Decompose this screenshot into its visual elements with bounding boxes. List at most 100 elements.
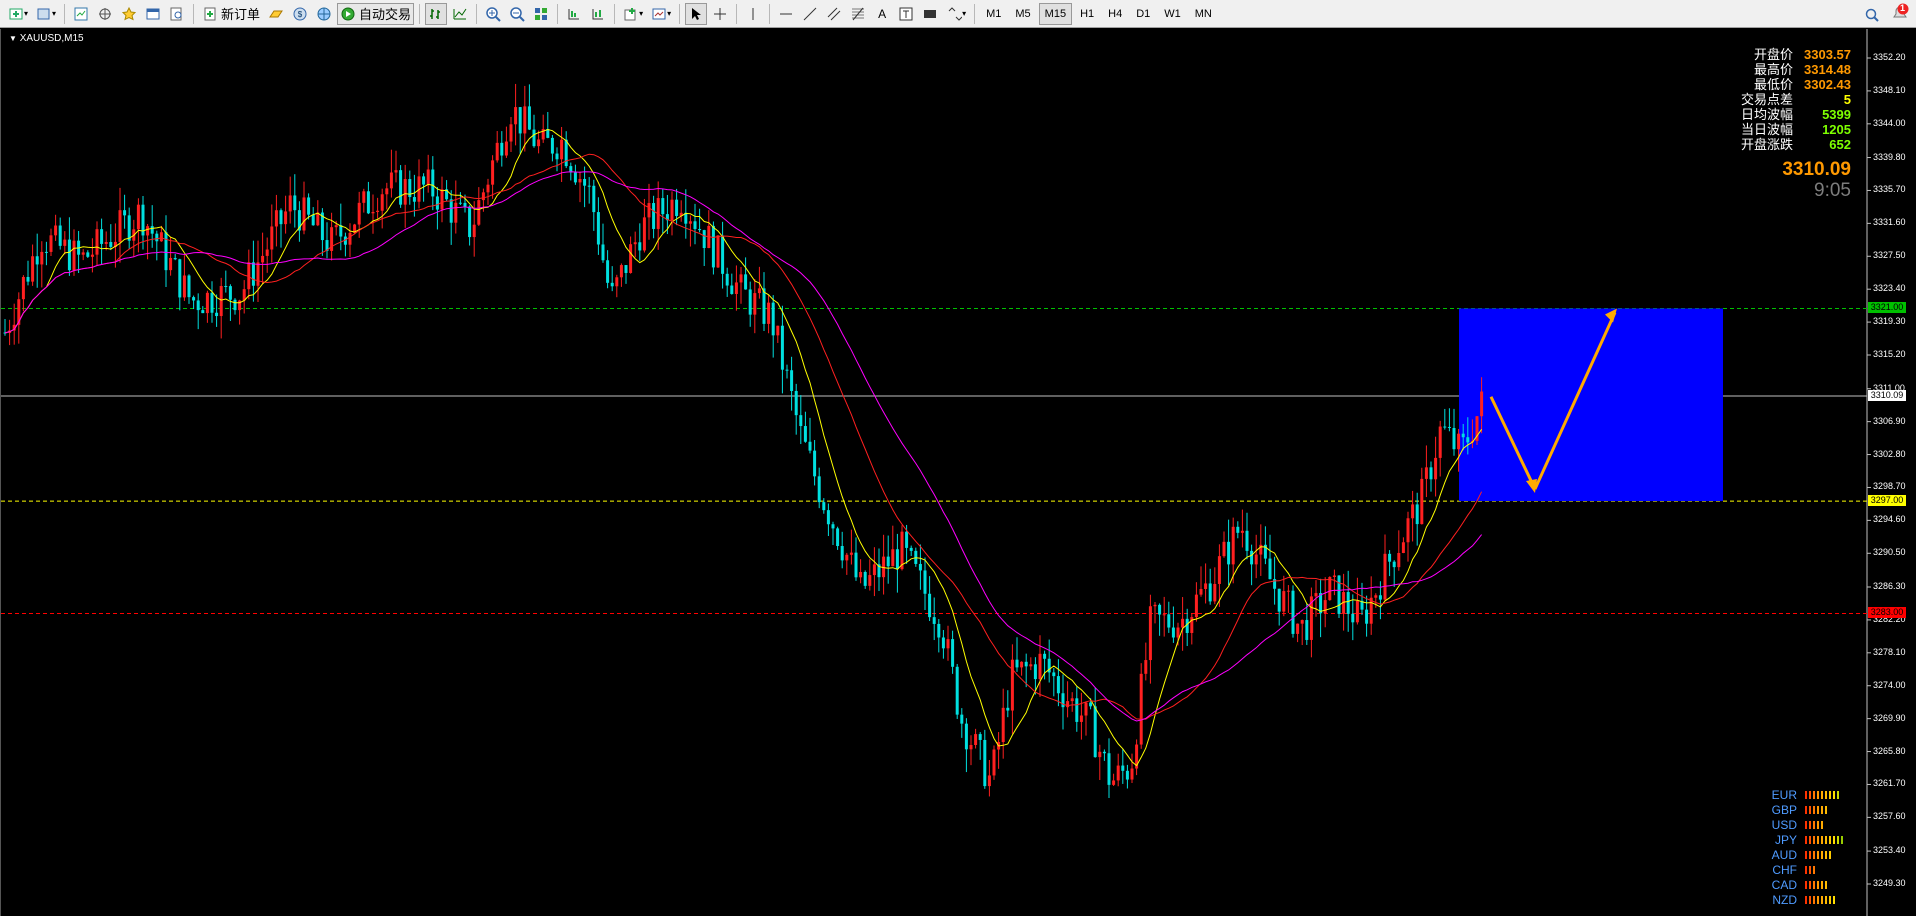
separator	[193, 3, 195, 24]
candle-body	[136, 204, 140, 230]
vertical-line-button[interactable]	[742, 3, 764, 25]
arrows-button[interactable]: ▾	[943, 3, 969, 25]
candle-body	[693, 221, 697, 229]
crosshair-button[interactable]	[709, 3, 731, 25]
candle-body	[831, 524, 835, 529]
zoom-in-button[interactable]	[482, 3, 504, 25]
candle-body	[647, 203, 651, 218]
candle-body	[638, 242, 642, 251]
metaeditor-button[interactable]	[313, 3, 335, 25]
candle-body	[44, 251, 48, 253]
data-window-button[interactable]	[94, 3, 116, 25]
auto-trading-button[interactable]: 自动交易	[337, 2, 415, 25]
candle-body	[1033, 664, 1037, 680]
bar-chart-button[interactable]	[425, 2, 448, 25]
fibonacci-button[interactable]	[847, 3, 869, 25]
auto-trading-icon	[341, 7, 355, 20]
target-zone-rectangle[interactable]	[1459, 308, 1723, 502]
notification-button[interactable]: 1	[1890, 3, 1910, 23]
candle-body	[992, 749, 996, 776]
timeframe-m1[interactable]: M1	[980, 3, 1007, 25]
candle-body	[688, 221, 692, 224]
candle-body	[210, 292, 214, 313]
tile-windows-button[interactable]	[530, 3, 552, 25]
timeframe-h1[interactable]: H1	[1074, 3, 1100, 25]
price-chart[interactable]	[1, 29, 1916, 916]
timeframe-w1[interactable]: W1	[1158, 3, 1187, 25]
candle-body	[1406, 518, 1410, 543]
main-toolbar: ▾ ▾ 新订单 $ 自动交易 ▾ ▾ A ▾ M1 M5 M15 H1 H4 D…	[0, 0, 1916, 28]
strength-segment	[1809, 790, 1811, 799]
strength-segment	[1837, 790, 1839, 799]
periods-button[interactable]: ▾	[648, 3, 674, 25]
axis-label: 3327.50	[1873, 250, 1906, 261]
candle-body	[523, 106, 527, 134]
market-button[interactable]	[265, 3, 287, 25]
line-chart-button[interactable]	[449, 3, 471, 25]
candle-body	[380, 194, 384, 211]
search-button[interactable]	[1861, 4, 1883, 26]
candle-body	[251, 262, 255, 286]
terminal-button[interactable]	[142, 3, 164, 25]
zoom-out-button[interactable]	[506, 3, 528, 25]
text-button[interactable]: A	[871, 3, 893, 25]
profiles-button[interactable]: ▾	[33, 3, 59, 25]
crosshair-tool-icon	[714, 7, 727, 20]
separator	[557, 3, 559, 24]
channel-icon	[827, 7, 841, 20]
candle-body	[1194, 594, 1198, 618]
cursor-button[interactable]	[685, 2, 708, 25]
strength-bar	[1805, 805, 1827, 814]
strength-segment	[1809, 880, 1811, 889]
axis-label: 3294.60	[1873, 514, 1906, 525]
candle-body	[629, 244, 633, 273]
candle-body	[1378, 595, 1382, 600]
candle-body	[633, 242, 637, 245]
indicators-button[interactable]: ▾	[620, 3, 646, 25]
strength-segment	[1805, 880, 1807, 889]
terminal-icon	[146, 8, 160, 19]
candle-body	[72, 240, 76, 271]
trendline-icon	[803, 7, 817, 20]
candle-body	[619, 265, 623, 278]
trendline-button[interactable]	[799, 3, 821, 25]
candle-body	[1351, 613, 1355, 623]
market-watch-button[interactable]	[70, 3, 92, 25]
candle-body	[946, 639, 950, 649]
timeframe-h4[interactable]: H4	[1102, 3, 1128, 25]
auto-scroll-button[interactable]	[563, 3, 585, 25]
currency-row: NZD	[1761, 892, 1871, 907]
candle-body	[1411, 504, 1415, 519]
navigator-button[interactable]	[118, 3, 140, 25]
candle-body	[127, 215, 131, 241]
axis-label: 3335.70	[1873, 184, 1906, 195]
candle-body	[514, 107, 518, 125]
candle-body	[362, 191, 366, 203]
axis-label: 3323.40	[1873, 283, 1906, 294]
strategy-tester-button[interactable]	[166, 3, 188, 25]
rectangle-button[interactable]	[919, 3, 941, 25]
horizontal-line-icon	[780, 13, 793, 14]
magnifier-doc-icon	[170, 7, 182, 20]
strength-segment	[1833, 895, 1835, 904]
signals-button[interactable]: $	[289, 3, 311, 25]
candle-body	[564, 139, 568, 167]
candle-body	[670, 199, 674, 221]
timeframe-m5[interactable]: M5	[1009, 3, 1036, 25]
timeframe-mn[interactable]: MN	[1189, 3, 1218, 25]
chart-window[interactable]: ▼ XAUUSD,M15 开盘价 3303.57 最高价 3314.48 最低价 3302…	[0, 29, 1916, 916]
horizontal-line-button[interactable]	[775, 3, 797, 25]
text-label-button[interactable]	[895, 3, 917, 25]
candle-body	[1305, 620, 1309, 640]
fibonacci-icon	[852, 7, 865, 20]
new-order-button[interactable]: 新订单	[199, 3, 263, 25]
timeframe-m15[interactable]: M15	[1038, 2, 1073, 25]
channel-button[interactable]	[823, 3, 845, 25]
chart-shift-button[interactable]	[587, 3, 609, 25]
new-chart-button[interactable]: ▾	[5, 3, 31, 25]
candle-body	[1415, 504, 1419, 525]
candle-body	[794, 390, 798, 416]
candle-body	[307, 197, 311, 215]
timeframe-d1[interactable]: D1	[1130, 3, 1156, 25]
strength-segment	[1817, 850, 1819, 859]
